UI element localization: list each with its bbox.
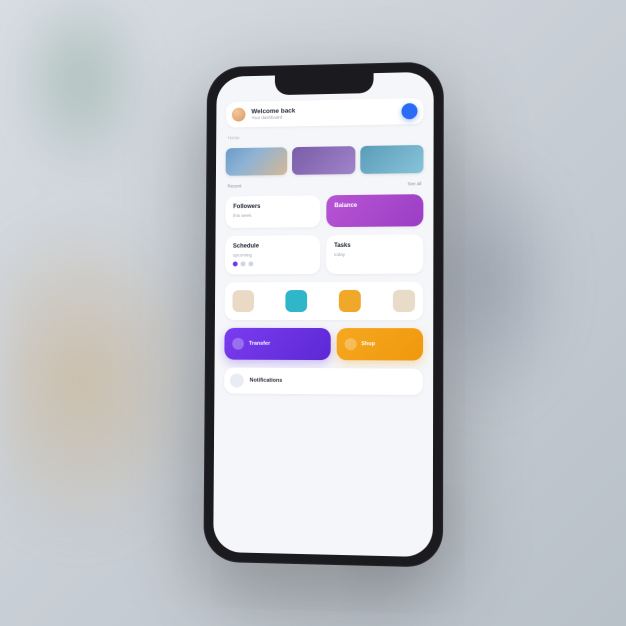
send-icon [232,338,244,350]
stats-card-right[interactable]: Balance [326,194,423,227]
dot-icon [248,261,253,266]
person-tile-1[interactable] [232,290,254,312]
dot-icon [233,261,238,266]
media-thumb-3[interactable] [360,145,424,174]
media-thumb-2[interactable] [292,146,355,175]
people-row [225,282,424,320]
device-notch [275,73,374,95]
list-item[interactable]: Notifications [224,368,423,395]
media-thumb-1[interactable] [226,147,288,176]
header-card[interactable]: Welcome back Your dashboard [226,98,424,128]
media-meta: Recent See all [226,181,424,189]
stat-sub: this week [233,212,312,218]
pagination-dots [233,261,312,266]
primary-action-card[interactable]: Transfer [224,328,330,360]
stat-label: Followers [233,203,312,210]
person-tile-2[interactable] [285,290,307,312]
header-text: Welcome back Your dashboard [251,105,395,120]
breadcrumb-label: Home [228,135,240,140]
app-screen: Welcome back Your dashboard Home Recent … [213,72,434,558]
primary-action-button[interactable] [401,103,417,119]
activity-label: Schedule [233,243,312,249]
bell-icon [230,374,244,388]
stat-value [233,219,312,220]
cart-icon [344,338,356,350]
stat-value [334,211,415,212]
person-tile-3[interactable] [339,290,361,312]
action-label: Transfer [249,341,270,347]
secondary-action-card[interactable]: Shop [336,328,423,361]
stats-card-left[interactable]: Followers this week [225,195,320,228]
activity-sub: today [334,252,415,257]
dot-icon [241,261,246,266]
stat-label: Balance [334,202,415,209]
activity-card-left[interactable]: Schedule upcoming [225,235,320,274]
media-carousel[interactable] [226,145,424,176]
list-item-label: Notifications [250,378,417,385]
person-tile-4[interactable] [393,290,415,312]
action-label: Shop [361,341,375,347]
media-meta-right[interactable]: See all [408,181,422,186]
media-meta-left: Recent [227,183,241,188]
activity-sub: upcoming [233,252,312,257]
activity-card-right[interactable]: Tasks today [326,234,423,274]
activity-label: Tasks [334,242,415,249]
phone-frame: Welcome back Your dashboard Home Recent … [203,61,443,567]
user-avatar[interactable] [232,108,246,122]
breadcrumb: Home [226,132,424,140]
